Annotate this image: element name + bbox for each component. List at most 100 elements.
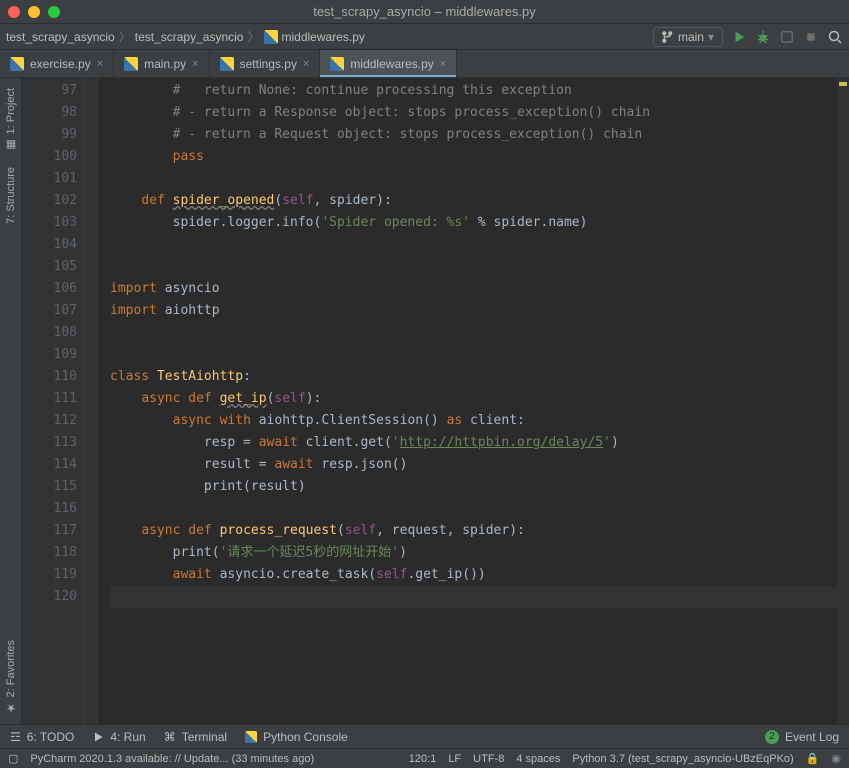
hide-tool-windows-icon[interactable]: ▢ <box>8 752 18 765</box>
run-button[interactable] <box>731 29 747 45</box>
line-number[interactable]: 99 <box>22 124 77 146</box>
code-line[interactable]: def spider_opened(self, spider): <box>110 190 837 212</box>
line-number[interactable]: 115 <box>22 476 77 498</box>
line-number[interactable]: 101 <box>22 168 77 190</box>
code-line[interactable]: print('请求一个延迟5秒的网址开始') <box>110 542 837 564</box>
code-area[interactable]: # return None: continue processing this … <box>98 78 837 724</box>
code-line[interactable]: result = await resp.json() <box>110 454 837 476</box>
line-number[interactable]: 98 <box>22 102 77 124</box>
python-file-icon <box>330 57 344 71</box>
breadcrumb[interactable]: test_scrapy_asyncio 〉 test_scrapy_asynci… <box>6 28 365 45</box>
line-number[interactable]: 113 <box>22 432 77 454</box>
code-line[interactable]: import asyncio <box>110 278 837 300</box>
window-close-button[interactable] <box>8 6 20 18</box>
code-line[interactable]: spider.logger.info('Spider opened: %s' %… <box>110 212 837 234</box>
line-number[interactable]: 108 <box>22 322 77 344</box>
git-branch-selector[interactable]: main ▾ <box>653 27 723 47</box>
line-separator[interactable]: LF <box>448 753 461 765</box>
code-line[interactable]: pass <box>110 146 837 168</box>
structure-tool-button[interactable]: 7: Structure <box>5 167 17 224</box>
line-number[interactable]: 107 <box>22 300 77 322</box>
lock-icon[interactable]: 🔒 <box>806 752 820 765</box>
line-number[interactable]: 103 <box>22 212 77 234</box>
code-line[interactable]: async def process_request(self, request,… <box>110 520 837 542</box>
favorites-tool-button[interactable]: ★ 2: Favorites <box>5 640 17 714</box>
tab-label: middlewares.py <box>350 57 433 71</box>
code-line[interactable] <box>110 322 837 344</box>
code-line[interactable]: class TestAiohttp: <box>110 366 837 388</box>
line-number[interactable]: 104 <box>22 234 77 256</box>
tab-settings[interactable]: settings.py × <box>210 50 321 77</box>
tab-exercise[interactable]: exercise.py × <box>0 50 114 77</box>
git-branch-label: main <box>678 30 704 44</box>
code-line[interactable]: import aiohttp <box>110 300 837 322</box>
code-line[interactable]: # return None: continue processing this … <box>110 80 837 102</box>
close-icon[interactable]: × <box>440 58 446 70</box>
caret-position[interactable]: 120:1 <box>409 753 437 765</box>
line-number[interactable]: 118 <box>22 542 77 564</box>
terminal-tool-button[interactable]: ⌘ Terminal <box>164 730 227 744</box>
python-console-tool-button[interactable]: Python Console <box>245 730 348 744</box>
python-file-icon <box>264 30 278 44</box>
close-icon[interactable]: × <box>97 58 103 70</box>
line-number[interactable]: 120 <box>22 586 77 608</box>
line-number[interactable]: 112 <box>22 410 77 432</box>
search-everywhere-button[interactable] <box>827 29 843 45</box>
interpreter[interactable]: Python 3.7 (test_scrapy_asyncio-UBzEqPKo… <box>572 753 793 765</box>
line-number[interactable]: 110 <box>22 366 77 388</box>
code-line[interactable]: print(result) <box>110 476 837 498</box>
breadcrumb-item[interactable]: middlewares.py <box>282 30 365 44</box>
code-line[interactable]: await asyncio.create_task(self.get_ip()) <box>110 564 837 586</box>
tab-main[interactable]: main.py × <box>114 50 209 77</box>
indent-setting[interactable]: 4 spaces <box>516 753 560 765</box>
code-line[interactable] <box>110 234 837 256</box>
code-line[interactable]: async def get_ip(self): <box>110 388 837 410</box>
line-number[interactable]: 97 <box>22 80 77 102</box>
status-bar: ▢ PyCharm 2020.1.3 available: // Update.… <box>0 748 849 768</box>
line-number-gutter[interactable]: 9798991001011021031041051061071081091101… <box>22 78 84 724</box>
code-line[interactable] <box>110 344 837 366</box>
window-maximize-button[interactable] <box>48 6 60 18</box>
line-number[interactable]: 109 <box>22 344 77 366</box>
window-minimize-button[interactable] <box>28 6 40 18</box>
line-number[interactable]: 111 <box>22 388 77 410</box>
inspector-icon[interactable]: ◉ <box>831 752 841 765</box>
file-encoding[interactable]: UTF-8 <box>473 753 504 765</box>
run-tool-button[interactable]: 4: Run <box>92 730 145 744</box>
title-bar: test_scrapy_asyncio – middlewares.py <box>0 0 849 24</box>
tab-middlewares[interactable]: middlewares.py × <box>320 50 457 77</box>
breadcrumb-item[interactable]: test_scrapy_asyncio <box>6 30 115 44</box>
debug-button[interactable] <box>755 29 771 45</box>
code-line[interactable] <box>110 498 837 520</box>
warning-marker[interactable] <box>839 82 847 86</box>
breadcrumb-item[interactable]: test_scrapy_asyncio <box>135 30 244 44</box>
line-number[interactable]: 100 <box>22 146 77 168</box>
todo-tool-button[interactable]: ☲ 6: TODO <box>10 730 74 744</box>
project-tool-button[interactable]: ▦ 1: Project <box>5 88 17 151</box>
code-line[interactable] <box>110 586 837 608</box>
fold-column[interactable] <box>84 78 98 724</box>
line-number[interactable]: 117 <box>22 520 77 542</box>
line-number[interactable]: 119 <box>22 564 77 586</box>
code-line[interactable]: # - return a Response object: stops proc… <box>110 102 837 124</box>
navigation-bar: test_scrapy_asyncio 〉 test_scrapy_asynci… <box>0 24 849 50</box>
line-number[interactable]: 102 <box>22 190 77 212</box>
code-line[interactable]: resp = await client.get('http://httpbin.… <box>110 432 837 454</box>
line-number[interactable]: 105 <box>22 256 77 278</box>
coverage-button[interactable] <box>779 29 795 45</box>
close-icon[interactable]: × <box>192 58 198 70</box>
left-tool-strip: ▦ 1: Project 7: Structure ★ 2: Favorites <box>0 78 22 724</box>
code-line[interactable]: async with aiohttp.ClientSession() as cl… <box>110 410 837 432</box>
editor[interactable]: 9798991001011021031041051061071081091101… <box>22 78 849 724</box>
line-number[interactable]: 106 <box>22 278 77 300</box>
line-number[interactable]: 116 <box>22 498 77 520</box>
code-line[interactable] <box>110 168 837 190</box>
code-line[interactable]: # - return a Request object: stops proce… <box>110 124 837 146</box>
stop-button[interactable] <box>803 29 819 45</box>
error-stripe[interactable] <box>837 78 849 724</box>
event-log-button[interactable]: 2 Event Log <box>765 730 839 744</box>
line-number[interactable]: 114 <box>22 454 77 476</box>
update-notification[interactable]: PyCharm 2020.1.3 available: // Update...… <box>30 753 314 765</box>
close-icon[interactable]: × <box>303 58 309 70</box>
code-line[interactable] <box>110 256 837 278</box>
